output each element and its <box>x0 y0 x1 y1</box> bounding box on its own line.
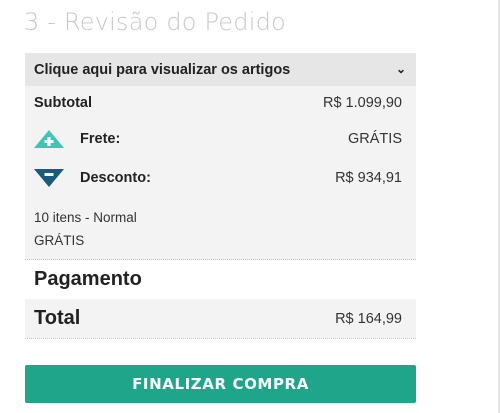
minus-icon <box>34 169 64 187</box>
frete-value: GRÁTIS <box>348 131 402 147</box>
frete-row: Frete: GRÁTIS <box>34 130 402 148</box>
total-row: Total R$ 164,99 <box>25 299 416 339</box>
view-items-toggle[interactable]: Clique aqui para visualizar os artigos ⌄ <box>25 53 416 86</box>
desconto-row: Desconto: R$ 934,91 <box>34 169 402 187</box>
subtotal-value: R$ 1.099,90 <box>322 95 402 111</box>
finalize-purchase-button[interactable]: FINALIZAR COMPRA <box>25 365 416 403</box>
shipping-method: 10 itens - Normal <box>34 210 137 225</box>
view-items-label: Clique aqui para visualizar os artigos <box>34 61 291 78</box>
payment-heading: Pagamento <box>34 268 142 290</box>
step-title: 3 - Revisão do Pedido <box>24 8 286 36</box>
total-value: R$ 164,99 <box>335 310 402 327</box>
total-label: Total <box>34 307 81 329</box>
desconto-value: R$ 934,91 <box>335 170 402 186</box>
desconto-label: Desconto: <box>80 170 151 186</box>
chevron-down-icon: ⌄ <box>395 61 406 76</box>
order-summary: Clique aqui para visualizar os artigos ⌄… <box>25 53 416 260</box>
subtotal-label: Subtotal <box>34 95 92 111</box>
shipping-cost: GRÁTIS <box>34 233 85 248</box>
frete-label: Frete: <box>80 131 121 147</box>
plus-icon <box>34 130 64 148</box>
subtotal-row: Subtotal R$ 1.099,90 <box>34 95 402 111</box>
